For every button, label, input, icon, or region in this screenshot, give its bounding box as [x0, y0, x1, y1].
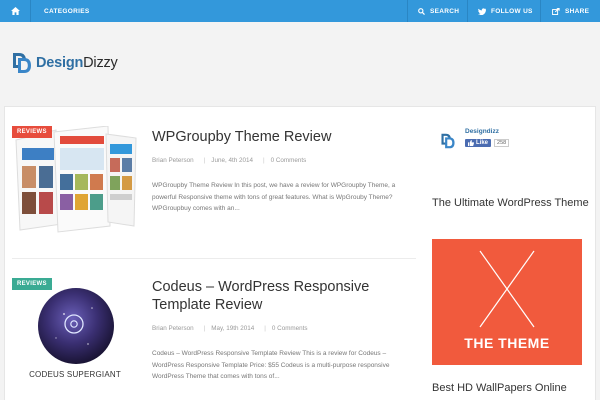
ad-text: THE THEME [464, 335, 550, 351]
search-icon [418, 7, 425, 15]
post-date: May, 19th 2014 [211, 325, 255, 332]
meta-separator: | [203, 157, 206, 164]
profile-avatar[interactable] [440, 133, 456, 149]
meta-separator: | [264, 325, 266, 332]
ad-banner[interactable]: THE THEME [432, 239, 582, 365]
post-comments[interactable]: 0 Comments [271, 157, 307, 164]
categories-label: CATEGORIES [44, 7, 90, 15]
post-comments[interactable]: 0 Comments [272, 325, 308, 332]
facebook-like-widget: Like 258 [465, 139, 510, 147]
nav-divider [540, 0, 541, 22]
logo-wordmark: DesignDizzy [36, 55, 118, 71]
theme-screenshot-image [12, 125, 138, 234]
post-author[interactable]: Brian Peterson [152, 157, 194, 164]
post-excerpt: Codeus – WordPress Responsive Template R… [152, 350, 390, 380]
post-divider [12, 258, 416, 259]
post-title[interactable]: WPGroupby Theme Review [152, 128, 412, 146]
nav-divider [407, 0, 408, 22]
post-thumbnail[interactable]: REVIEWS CODEUS SUPERGIANT [12, 278, 138, 386]
widget-title: Best HD WallPapers Online [432, 382, 567, 394]
designdizzy-logo-icon [13, 53, 31, 73]
thumbs-up-icon [468, 140, 474, 146]
site-logo[interactable]: DesignDizzy [12, 52, 118, 74]
home-button[interactable] [0, 0, 30, 22]
category-badge[interactable]: REVIEWS [12, 278, 52, 290]
search-button[interactable]: SEARCH [418, 0, 459, 22]
categories-menu[interactable]: CATEGORIES [44, 0, 90, 22]
follow-us-label: FOLLOW US [491, 7, 533, 15]
top-nav-bar: CATEGORIES SEARCH FOLLOW US SHARE [0, 0, 600, 22]
share-icon [552, 7, 560, 15]
like-label: Like [476, 140, 489, 146]
twitter-icon [478, 7, 486, 15]
follow-us-button[interactable]: FOLLOW US [478, 0, 533, 22]
home-icon [10, 7, 20, 15]
category-badge[interactable]: REVIEWS [12, 126, 52, 138]
like-count: 258 [494, 139, 510, 147]
post-title[interactable]: Codeus – WordPress Responsive Template R… [152, 278, 412, 314]
post-meta: Brian Peterson | May, 19th 2014 | 0 Comm… [152, 325, 318, 332]
profile-name[interactable]: Designdizz [465, 128, 499, 135]
thumbnail-caption: CODEUS SUPERGIANT [29, 370, 121, 379]
search-label: SEARCH [430, 7, 460, 15]
logo-text-design: Design [36, 55, 84, 71]
meta-separator: | [262, 157, 265, 164]
like-button[interactable]: Like [465, 139, 492, 147]
post-meta: Brian Peterson | June, 4th 2014 | 0 Comm… [152, 157, 316, 164]
share-label: SHARE [565, 7, 590, 15]
post-thumbnail[interactable]: REVIEWS [12, 125, 138, 234]
nav-divider [30, 0, 31, 22]
post-author[interactable]: Brian Peterson [152, 325, 194, 332]
nav-divider [467, 0, 468, 22]
post-date: June, 4th 2014 [211, 157, 253, 164]
widget-title: The Ultimate WordPress Theme [432, 197, 589, 209]
meta-separator: | [203, 325, 206, 332]
share-button[interactable]: SHARE [552, 0, 589, 22]
post-excerpt: WPGroupby Theme Review In this post, we … [152, 182, 396, 212]
logo-text-dizzy: Dizzy [83, 55, 118, 71]
